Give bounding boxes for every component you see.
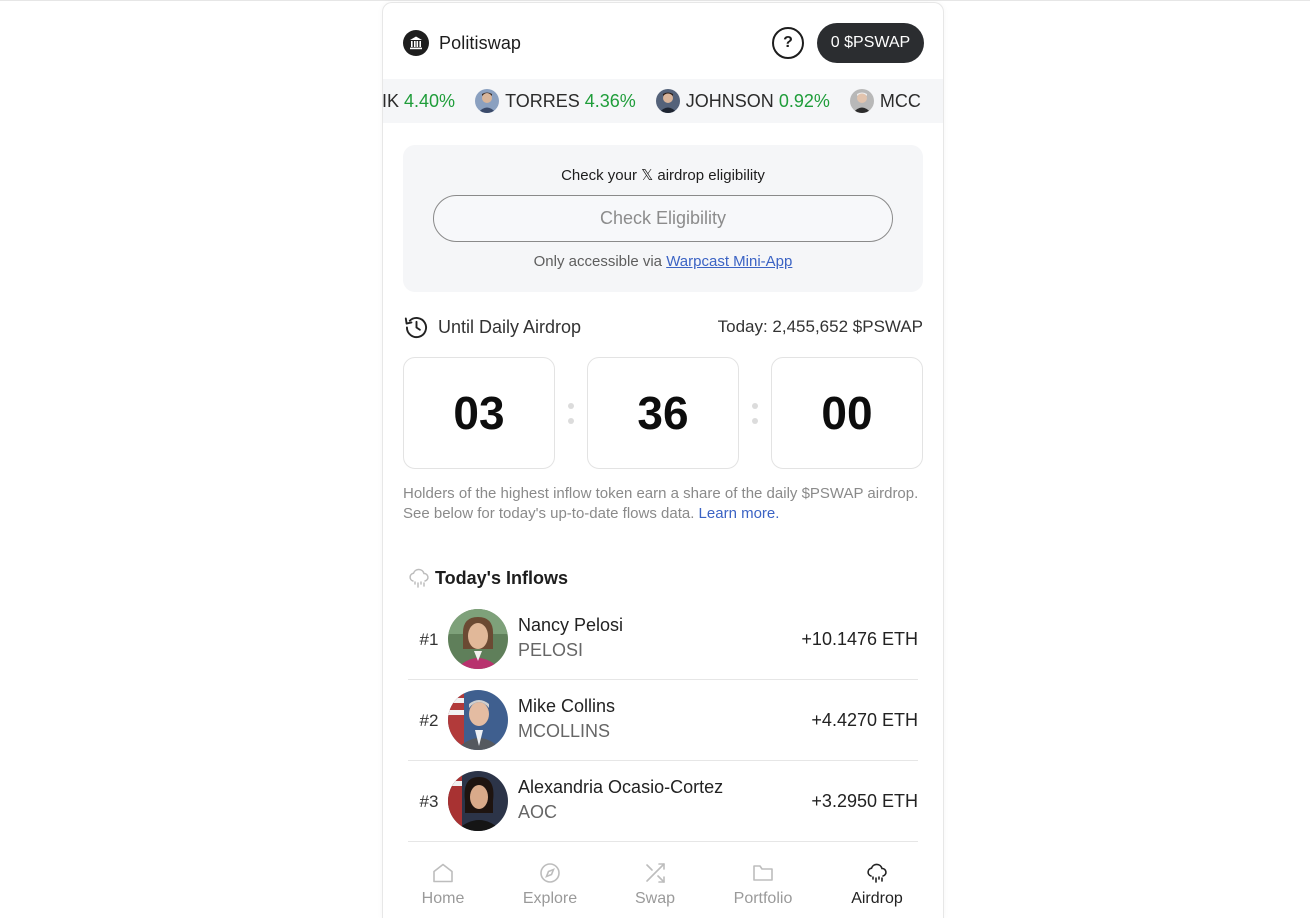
countdown-minutes: 36 [587, 357, 739, 469]
token-symbol: PELOSI [518, 640, 584, 660]
nav-label: Portfolio [733, 890, 793, 907]
nav-portfolio[interactable]: Portfolio [713, 843, 813, 918]
check-eligibility-button[interactable]: Check Eligibility [433, 195, 893, 242]
nav-label: Explore [522, 890, 578, 907]
app-shell: Politiswap ? 0 $PSWAP NIK 4.40% TORRES 4… [382, 2, 944, 918]
inflows-header: Today's Inflows [407, 566, 568, 590]
avatar [448, 690, 508, 750]
countdown-separator [568, 403, 574, 425]
shuffle-icon [643, 861, 667, 885]
eligibility-card: Check your 𝕏 airdrop eligibility Check E… [403, 145, 923, 292]
politician-name: Nancy Pelosi [518, 615, 624, 635]
nav-explore[interactable]: Explore [500, 843, 600, 918]
ticker-symbol: TORRES [505, 90, 580, 111]
token-symbol: AOC [518, 802, 558, 822]
inflow-rank: #3 [419, 792, 439, 811]
today-airdrop-amount: Today: 2,455,652 $PSWAP [717, 317, 923, 336]
ticker-avatar [655, 89, 680, 113]
ticker-change: 0.92% [778, 90, 830, 111]
avatar [448, 771, 508, 831]
warpcast-link[interactable]: Warpcast Mini-App [666, 253, 792, 270]
bottom-nav: Home Explore Swap Portfolio Airdrop [383, 843, 943, 918]
home-icon [431, 861, 455, 885]
countdown-label: Until Daily Airdrop [403, 314, 581, 341]
airdrop-info: Holders of the highest inflow token earn… [403, 484, 923, 524]
ticker-item[interactable]: NIK 4.40% [383, 91, 455, 112]
nav-swap[interactable]: Swap [605, 843, 705, 918]
countdown-hours: 03 [403, 357, 555, 469]
folder-icon [751, 861, 775, 885]
inflow-row[interactable]: #3 Alexandria Ocasio-Cortez AOC +3.2950 … [408, 761, 918, 842]
cloud-rain-icon [865, 861, 889, 885]
cloud-rain-icon [407, 566, 431, 590]
nav-label: Swap [634, 890, 676, 907]
inflow-value: +4.4270 ETH [811, 710, 918, 730]
eligibility-note: Only accessible via Warpcast Mini-App [403, 253, 923, 270]
inflow-row[interactable]: #1 Nancy Pelosi PELOSI +10.1476 ETH [408, 599, 918, 680]
airdrop-info-text: Holders of the highest inflow token earn… [403, 485, 919, 522]
countdown-header: Until Daily Airdrop Today: 2,455,652 $PS… [403, 314, 923, 340]
token-symbol: MCOLLINS [518, 721, 611, 741]
brand[interactable]: Politiswap [403, 30, 521, 56]
ticker-avatar [849, 89, 874, 113]
politician-name: Alexandria Ocasio-Cortez [518, 777, 724, 797]
nav-airdrop[interactable]: Airdrop [827, 843, 927, 918]
ticker-change: 4.36% [584, 90, 636, 111]
politician-name: Mike Collins [518, 696, 616, 716]
ticker-change: 4.40% [404, 90, 456, 111]
eligibility-title: Check your 𝕏 airdrop eligibility [561, 167, 765, 184]
inflow-row[interactable]: #2 Mike Collins MCOLLINS +4.4270 ETH [408, 680, 918, 761]
help-button[interactable]: ? [772, 27, 804, 59]
inflow-value: +3.2950 ETH [811, 791, 918, 811]
inflow-rank: #1 [419, 630, 439, 649]
nav-label: Home [421, 890, 465, 907]
compass-icon [538, 861, 562, 885]
countdown-separator [752, 403, 758, 425]
brand-name: Politiswap [439, 32, 522, 53]
ticker-item[interactable]: MCC [849, 89, 926, 113]
header: Politiswap ? 0 $PSWAP [383, 3, 943, 81]
ticker-item[interactable]: JOHNSON 0.92% [655, 89, 830, 113]
price-ticker: NIK 4.40% TORRES 4.36% JOHNSON 0.92% [383, 79, 943, 123]
capitol-building-icon [403, 30, 429, 56]
nav-home[interactable]: Home [393, 843, 493, 918]
eligibility-note-text: Only accessible via [533, 253, 663, 270]
countdown-label-text: Until Daily Airdrop [438, 317, 582, 337]
token-balance-button[interactable]: 0 $PSWAP [817, 23, 924, 63]
ticker-symbol: MCC [879, 90, 921, 111]
learn-more-link[interactable]: Learn more. [699, 505, 780, 522]
inflow-value: +10.1476 ETH [801, 629, 918, 649]
nav-label: Airdrop [851, 890, 903, 907]
ticker-item[interactable]: TORRES 4.36% [475, 89, 636, 113]
inflow-rank: #2 [419, 711, 439, 730]
inflows-title: Today's Inflows [435, 567, 568, 588]
ticker-avatar [475, 89, 500, 113]
clock-history-icon [403, 314, 430, 341]
countdown-seconds: 00 [771, 357, 923, 469]
avatar [448, 609, 508, 669]
ticker-symbol: NIK [383, 90, 400, 111]
ticker-symbol: JOHNSON [685, 90, 774, 111]
